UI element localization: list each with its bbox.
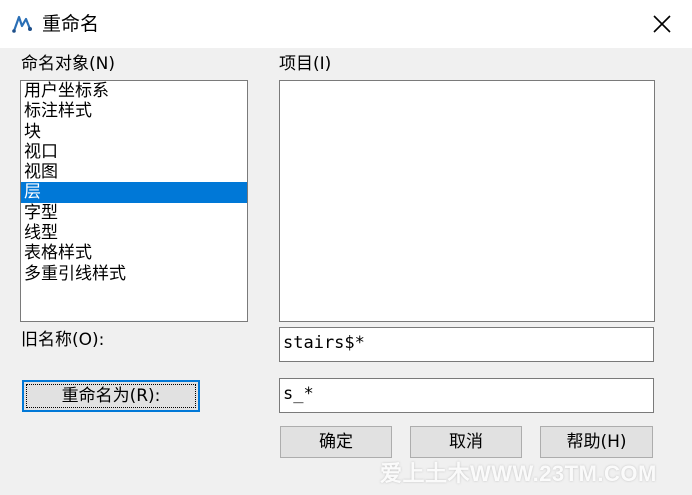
ok-button[interactable]: 确定 bbox=[280, 426, 392, 458]
focus-rectangle bbox=[26, 384, 196, 408]
named-objects-label: 命名对象(N) bbox=[21, 54, 115, 74]
list-item[interactable]: 用户坐标系 bbox=[21, 81, 247, 101]
watermark-text: 爱上土木WWW.23TM.COM bbox=[380, 461, 657, 486]
old-name-label: 旧名称(O): bbox=[21, 330, 105, 350]
list-item[interactable]: 层 bbox=[21, 182, 247, 203]
items-list[interactable] bbox=[279, 80, 655, 322]
rename-dialog: 重命名 命名对象(N) 用户坐标系 标注样式块视口 视图层字型 线型 表格样式 多重引线样… bbox=[0, 0, 692, 495]
cancel-button[interactable]: 取消 bbox=[410, 426, 522, 458]
items-label: 项目(I) bbox=[279, 54, 332, 74]
old-name-field[interactable]: stairs$* bbox=[279, 327, 654, 362]
list-item[interactable]: 块 bbox=[21, 122, 247, 142]
dialog-title: 重命名 bbox=[42, 13, 100, 35]
list-item[interactable]: 线型 bbox=[21, 223, 247, 243]
list-item[interactable]: 字型 bbox=[21, 203, 247, 223]
close-icon[interactable] bbox=[642, 4, 682, 44]
list-item[interactable]: 标注样式 bbox=[21, 101, 247, 121]
help-button[interactable]: 帮助(H) bbox=[540, 426, 653, 458]
named-objects-list[interactable]: 用户坐标系 标注样式块视口 视图层字型 线型 表格样式 多重引线样式 bbox=[20, 80, 248, 322]
list-item[interactable]: 视口 bbox=[21, 142, 247, 162]
rename-to-field[interactable]: s_* bbox=[279, 378, 654, 413]
list-item[interactable]: 多重引线样式 bbox=[21, 264, 247, 284]
cad-app-icon bbox=[11, 12, 35, 36]
title-bar[interactable]: 重命名 bbox=[0, 0, 692, 48]
list-item[interactable]: 表格样式 bbox=[21, 243, 247, 263]
list-item[interactable]: 视图 bbox=[21, 162, 247, 182]
rename-to-button[interactable]: 重命名为(R): bbox=[22, 380, 200, 412]
